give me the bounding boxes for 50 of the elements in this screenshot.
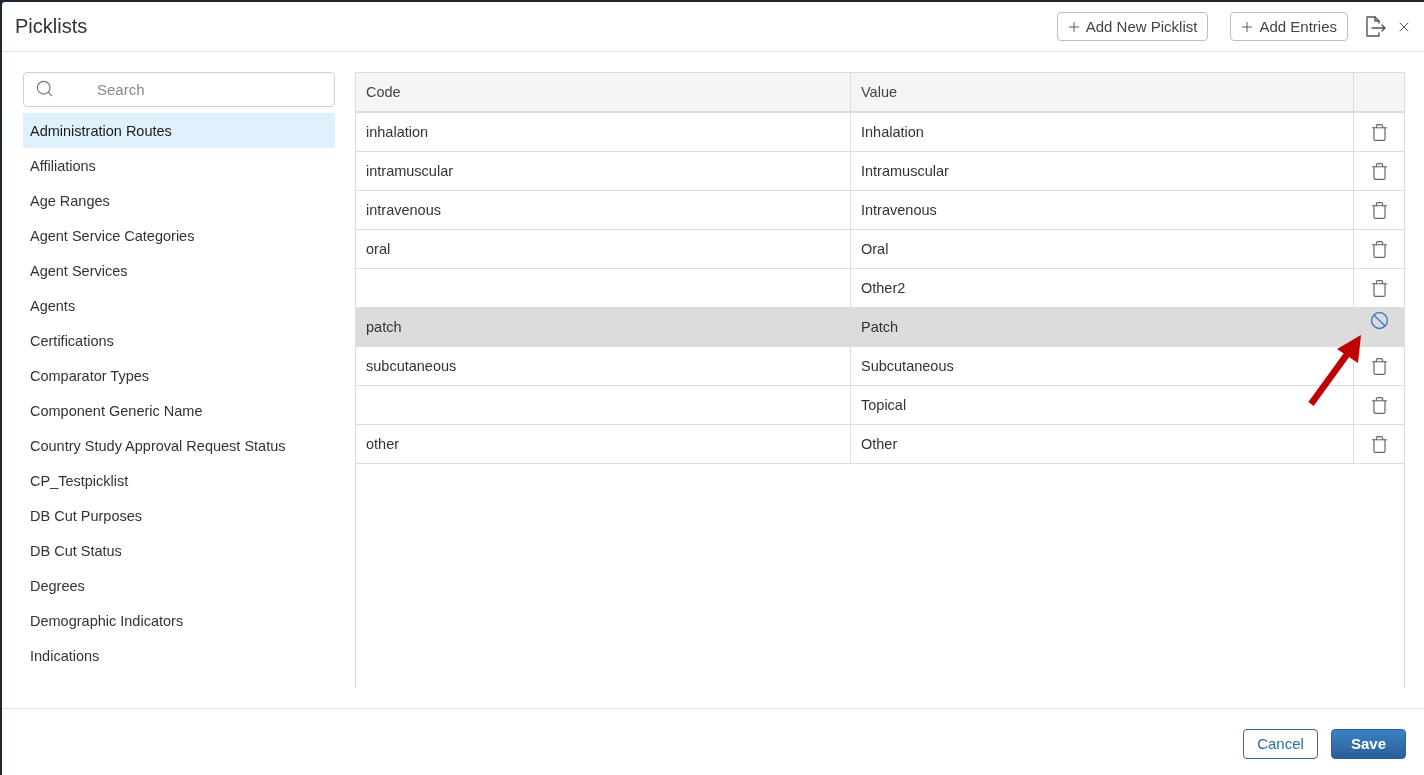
table-cell: Inhalation: [851, 113, 1354, 152]
trash-icon[interactable]: [1369, 239, 1389, 259]
trash-icon[interactable]: [1369, 200, 1389, 220]
picklist-item[interactable]: Certifications: [23, 323, 335, 358]
picklist-item[interactable]: Country Study Approval Request Status: [23, 428, 335, 463]
table-cell: Intravenous: [851, 191, 1354, 230]
table-cell: Intramuscular: [851, 152, 1354, 191]
search-icon: [35, 79, 54, 98]
table-cell: intravenous: [356, 191, 851, 230]
picklist-item[interactable]: Agents: [23, 288, 335, 323]
picklist-item[interactable]: Age Ranges: [23, 183, 335, 218]
picklist-item[interactable]: Agent Service Categories: [23, 218, 335, 253]
picklist-item[interactable]: DB Cut Purposes: [23, 498, 335, 533]
table-cell: Patch: [851, 308, 1354, 347]
dialog-title: Picklists: [15, 15, 89, 38]
header-button[interactable]: Add Entries: [1230, 12, 1348, 41]
export-icon[interactable]: [1365, 15, 1387, 38]
prohibited-icon[interactable]: [1369, 310, 1389, 330]
cancel-button[interactable]: Cancel: [1243, 728, 1318, 759]
picklist-item[interactable]: Degrees: [23, 568, 335, 603]
picklist-item[interactable]: Indications: [23, 638, 335, 673]
table-cell: intramuscular: [356, 152, 851, 191]
header-button[interactable]: Add New Picklist: [1056, 12, 1209, 41]
table-cell: other: [356, 425, 851, 464]
column-header[interactable]: Code: [356, 73, 851, 113]
trash-icon[interactable]: [1369, 434, 1389, 454]
table-cell: Oral: [851, 230, 1354, 269]
trash-icon[interactable]: [1369, 161, 1389, 181]
trash-icon[interactable]: [1369, 395, 1389, 415]
picklist-item[interactable]: DB Cut Status: [23, 533, 335, 568]
picklist-item[interactable]: CP_Testpicklist: [23, 463, 335, 498]
picklist-item[interactable]: Comparator Types: [23, 358, 335, 393]
table-cell: Topical: [851, 386, 1354, 425]
column-header[interactable]: Value: [851, 73, 1354, 113]
trash-icon[interactable]: [1369, 278, 1389, 298]
trash-icon[interactable]: [1369, 122, 1389, 142]
save-button[interactable]: Save: [1331, 728, 1406, 759]
table-cell: subcutaneous: [356, 347, 851, 386]
picklist-item[interactable]: Demographic Indicators: [23, 603, 335, 638]
picklist-item[interactable]: Administration Routes: [23, 113, 335, 148]
table-cell: Other2: [851, 269, 1354, 308]
table-cell: Other: [851, 425, 1354, 464]
table-cell: patch: [356, 308, 851, 347]
picklist-item[interactable]: Affiliations: [23, 148, 335, 183]
picklist-item[interactable]: Component Generic Name: [23, 393, 335, 428]
picklist-item[interactable]: Agent Services: [23, 253, 335, 288]
table-cell: inhalation: [356, 113, 851, 152]
search-field[interactable]: Search: [23, 72, 335, 107]
table-cell: oral: [356, 230, 851, 269]
trash-icon[interactable]: [1369, 356, 1389, 376]
